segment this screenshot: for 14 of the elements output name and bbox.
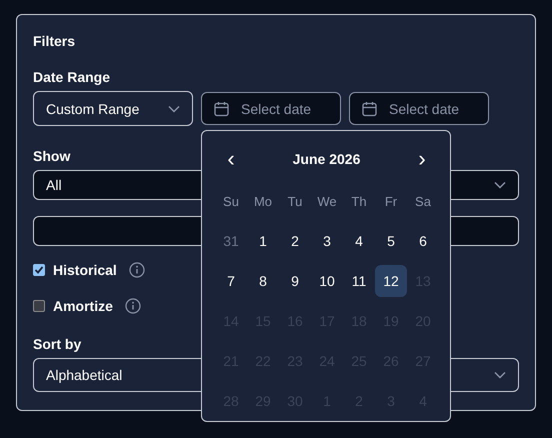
panel-title: Filters (33, 33, 76, 49)
weekday-label: Sa (415, 192, 431, 210)
weekday-label: We (317, 192, 337, 210)
weekday-label: Tu (288, 192, 302, 210)
weekday-label: Fr (384, 192, 398, 210)
weekday-label: Th (351, 192, 367, 210)
weekday-label: Mo (254, 192, 272, 210)
field-label: Show (33, 148, 70, 164)
month-title: June 2026 (292, 151, 360, 167)
field-label: Date Range (33, 69, 110, 85)
weekday-label: Su (223, 192, 239, 210)
checkbox-label: Historical (53, 262, 117, 278)
field-label: Sort by (33, 336, 82, 352)
checkbox-label: Amortize (53, 298, 113, 314)
